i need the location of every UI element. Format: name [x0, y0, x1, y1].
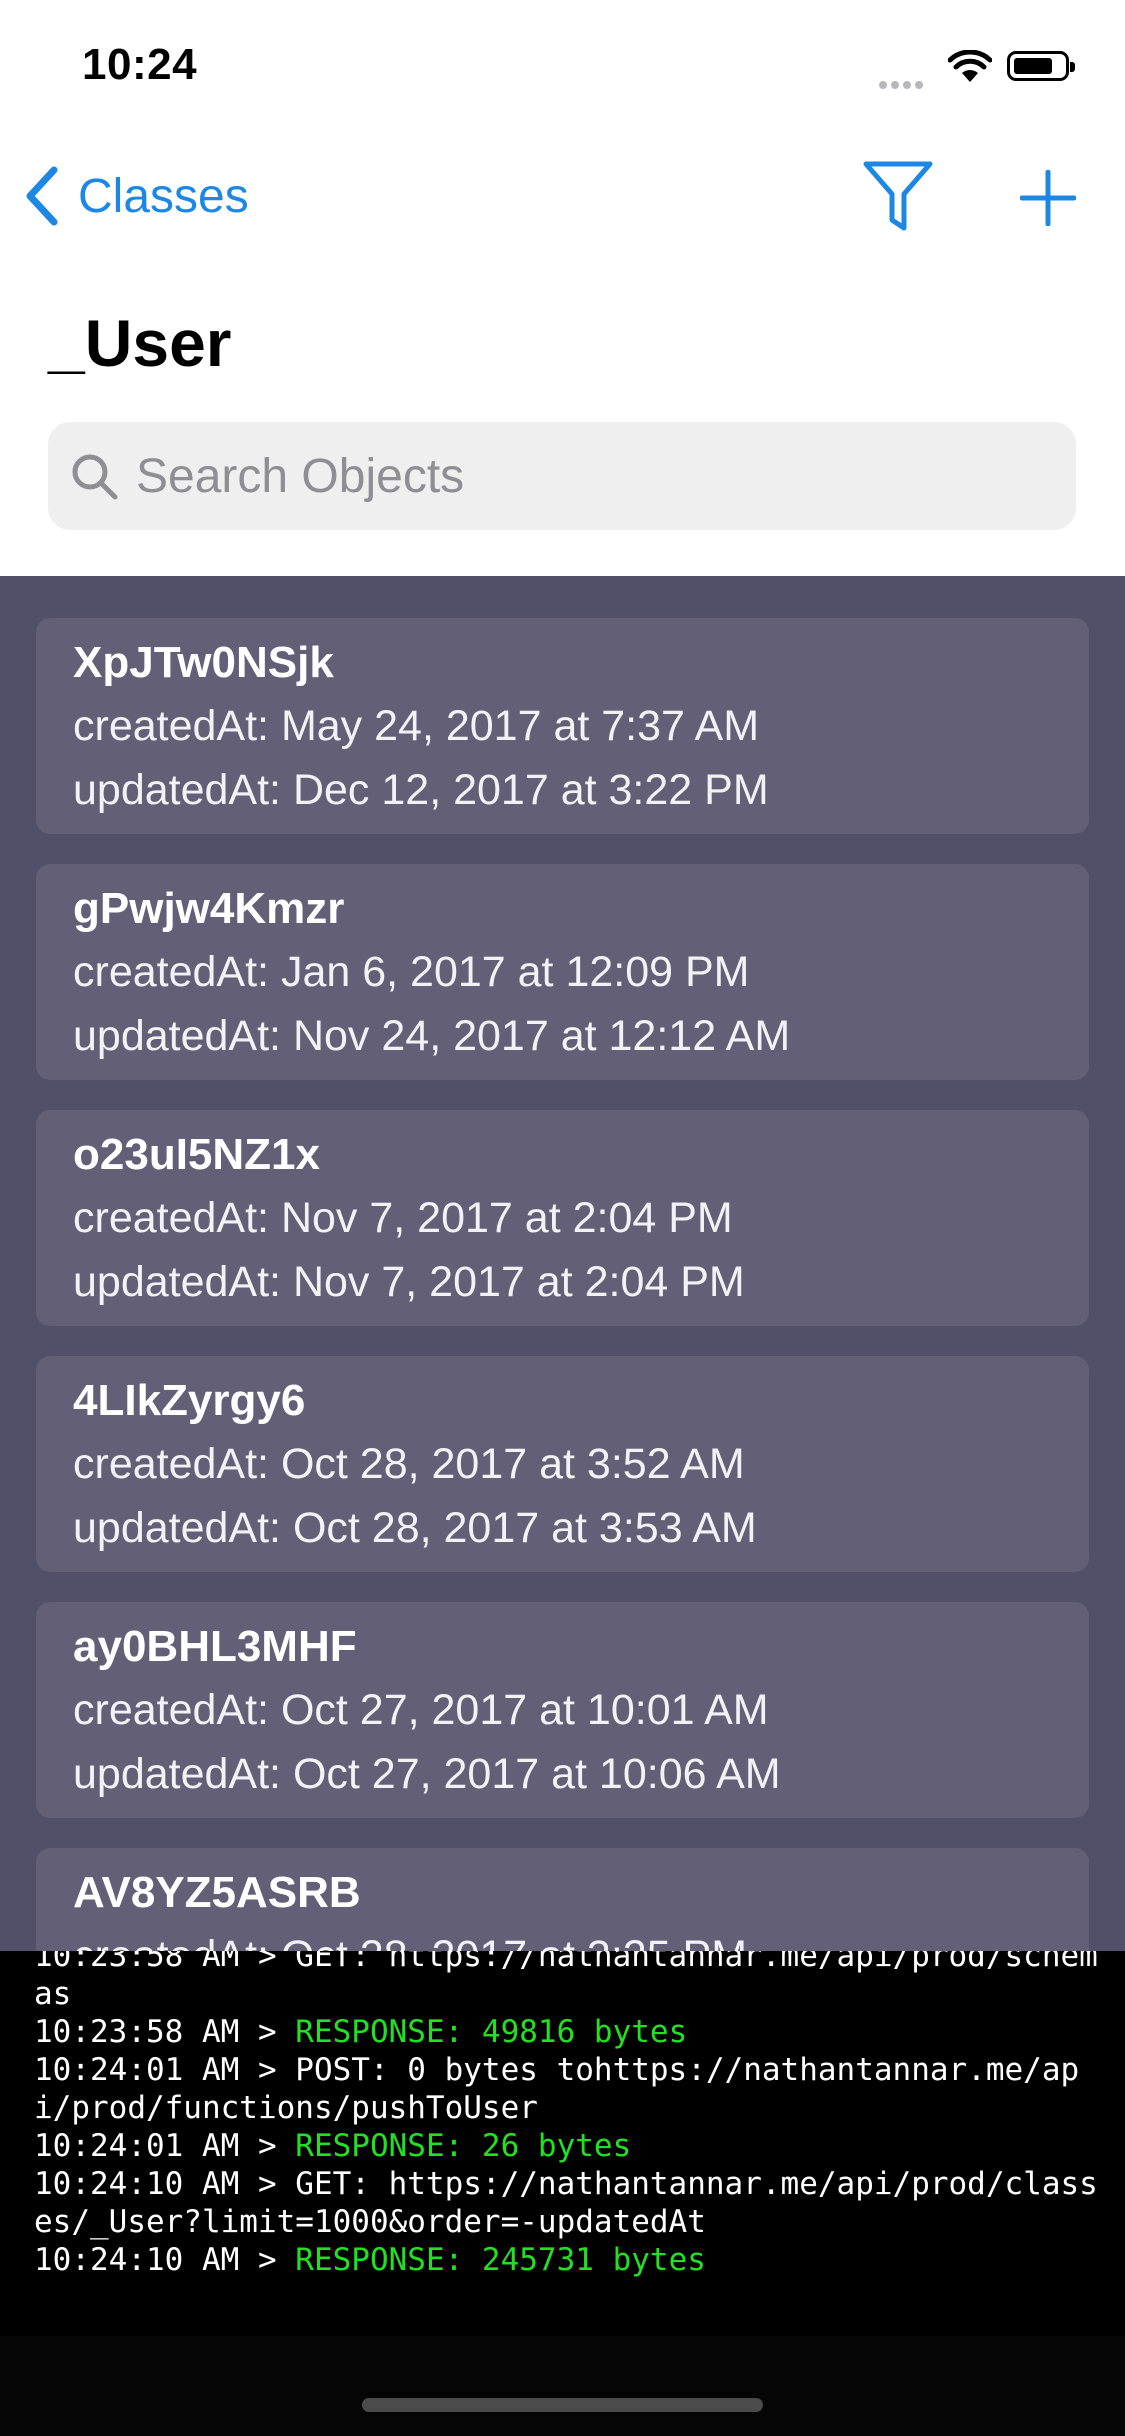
cellular-signal-icon — [879, 76, 927, 94]
list-item[interactable]: AV8YZ5ASRB createdAt: Oct 28, 2017 at 3:… — [36, 1848, 1089, 1951]
back-button[interactable]: Classes — [22, 164, 249, 228]
object-id: XpJTw0NSjk — [73, 638, 334, 687]
console-line: 10:24:01 AM > RESPONSE: 26 bytes — [34, 2128, 632, 2164]
home-indicator-area — [0, 2336, 1125, 2436]
updated-at: updatedAt: Nov 7, 2017 at 2:04 PM — [73, 1258, 745, 1306]
object-list[interactable]: XpJTw0NSjk createdAt: May 24, 2017 at 7:… — [0, 576, 1125, 1951]
list-item[interactable]: 4LIkZyrgy6 createdAt: Oct 28, 2017 at 3:… — [36, 1356, 1089, 1572]
list-item[interactable]: gPwjw4Kmzr createdAt: Jan 6, 2017 at 12:… — [36, 864, 1089, 1080]
updated-at: updatedAt: Nov 24, 2017 at 12:12 AM — [73, 1012, 791, 1060]
updated-at: updatedAt: Oct 27, 2017 at 10:06 AM — [73, 1750, 781, 1798]
list-item[interactable]: o23uI5NZ1x createdAt: Nov 7, 2017 at 2:0… — [36, 1110, 1089, 1326]
console-line: 10:24:01 AM > POST: 0 bytes tohttps://na… — [34, 2052, 1080, 2126]
console-line: 10:24:10 AM > GET: https://nathantannar.… — [34, 2166, 1098, 2240]
list-item[interactable]: XpJTw0NSjk createdAt: May 24, 2017 at 7:… — [36, 618, 1089, 834]
created-at: createdAt: Nov 7, 2017 at 2:04 PM — [73, 1194, 733, 1242]
object-id: ay0BHL3MHF — [73, 1622, 357, 1671]
created-at: createdAt: Oct 28, 2017 at 3:52 AM — [73, 1440, 745, 1488]
page-title: _User — [48, 306, 232, 380]
console-line: 10:23:58 AM > GET: https://nathantannar.… — [34, 1951, 1098, 2012]
network-console[interactable]: 10:23:58 AM > GET: https://nathantannar.… — [0, 1951, 1125, 2336]
created-at: createdAt: Jan 6, 2017 at 12:09 PM — [73, 948, 750, 996]
object-id: o23uI5NZ1x — [73, 1130, 320, 1179]
created-at: createdAt: May 24, 2017 at 7:37 AM — [73, 702, 760, 750]
search-bar[interactable] — [48, 422, 1076, 530]
filter-icon[interactable] — [862, 158, 934, 234]
status-time: 10:24 — [82, 40, 198, 89]
object-id: 4LIkZyrgy6 — [73, 1376, 306, 1425]
back-button-label: Classes — [78, 169, 249, 223]
updated-at: updatedAt: Oct 28, 2017 at 3:53 AM — [73, 1504, 757, 1552]
console-log: 10:23:58 AM > GET: https://nathantannar.… — [34, 1951, 1104, 2279]
console-line: 10:23:58 AM > RESPONSE: 49816 bytes — [34, 2014, 688, 2050]
list-item[interactable]: ay0BHL3MHF createdAt: Oct 27, 2017 at 10… — [36, 1602, 1089, 1818]
add-button[interactable] — [1020, 170, 1076, 226]
search-input[interactable] — [136, 422, 1036, 530]
object-id: AV8YZ5ASRB — [73, 1868, 361, 1917]
battery-icon — [1007, 51, 1075, 81]
search-icon — [72, 454, 118, 500]
created-at: createdAt: Oct 27, 2017 at 10:01 AM — [73, 1686, 769, 1734]
object-id: gPwjw4Kmzr — [73, 884, 345, 933]
home-indicator[interactable] — [362, 2398, 763, 2412]
status-bar: 10:24 — [0, 0, 1125, 135]
navigation-bar: Classes — [0, 140, 1125, 260]
created-at: createdAt: Oct 28, 2017 at 3:25 PM — [73, 1932, 747, 1951]
chevron-left-icon — [26, 166, 58, 226]
console-line: 10:24:10 AM > RESPONSE: 245731 bytes — [34, 2242, 706, 2278]
wifi-icon — [948, 50, 992, 82]
updated-at: updatedAt: Dec 12, 2017 at 3:22 PM — [73, 766, 769, 814]
